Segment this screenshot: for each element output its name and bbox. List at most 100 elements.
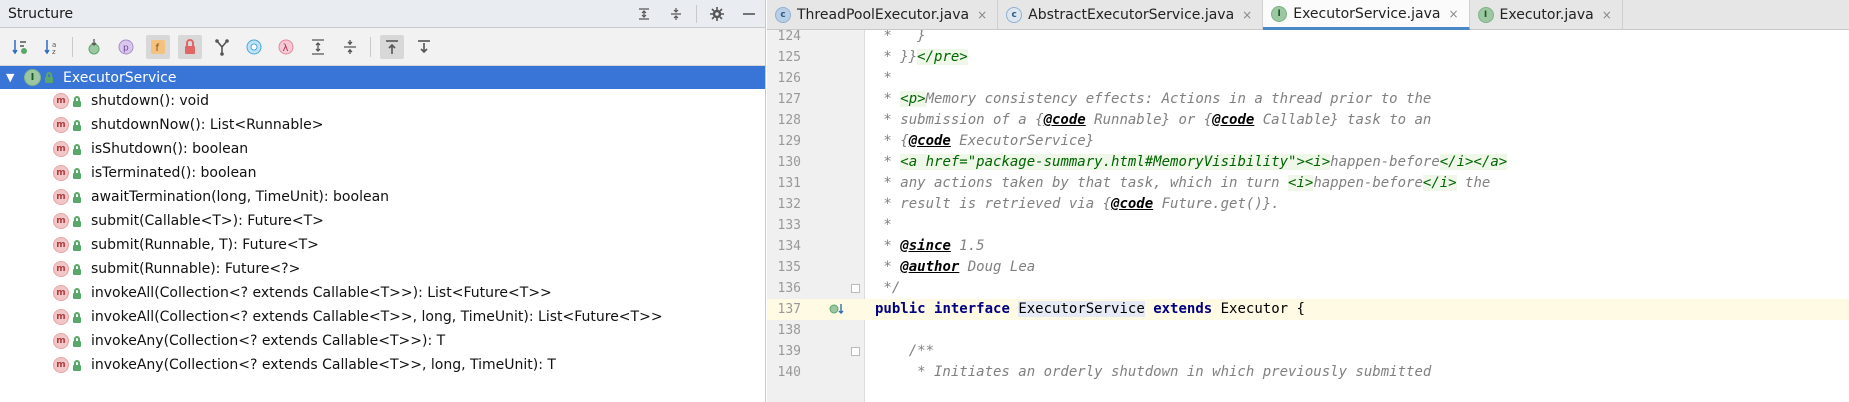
tree-item-method[interactable]: m isTerminated(): boolean: [0, 161, 765, 185]
tree-item-label: shutdownNow(): List<Runnable>: [91, 117, 324, 133]
code-line: 127 * <p>Memory consistency effects: Act…: [767, 89, 1849, 110]
line-number: 125: [777, 50, 801, 65]
line-text: * <p>Memory consistency effects: Actions…: [875, 91, 1432, 107]
close-icon[interactable]: ×: [1242, 8, 1252, 22]
public-lock-icon: [72, 119, 82, 131]
tree-item-method[interactable]: m shutdownNow(): List<Runnable>: [0, 113, 765, 137]
tree-item-label: invokeAny(Collection<? extends Callable<…: [91, 357, 556, 373]
gear-icon[interactable]: [706, 3, 728, 25]
implemented-gutter-icon[interactable]: [828, 301, 846, 317]
public-lock-icon: [72, 311, 82, 323]
toolbar-separator: [72, 36, 73, 57]
header-separator: [696, 5, 697, 23]
close-icon[interactable]: ×: [1448, 7, 1458, 21]
collapse-all-icon[interactable]: [665, 3, 687, 25]
method-icon: m: [53, 93, 69, 109]
tree-item-method[interactable]: m invokeAll(Collection<? extends Callable…: [0, 305, 765, 329]
tree-item-method[interactable]: m invokeAny(Collection<? extends Callable…: [0, 353, 765, 377]
tree-item-method[interactable]: m submit(Runnable, T): Future<T>: [0, 233, 765, 257]
tree-item-label: awaitTermination(long, TimeUnit): boolea…: [91, 189, 390, 205]
public-lock-icon: [44, 72, 54, 83]
expand-all-icon[interactable]: [633, 3, 655, 25]
minimize-icon[interactable]: [738, 3, 760, 25]
panel-title: Structure: [8, 6, 74, 22]
editor-tabbar: c ThreadPoolExecutor.java × c AbstractExecut…: [767, 0, 1849, 30]
tree-item-label: submit(Callable<T>): Future<T>: [91, 213, 324, 229]
show-anonymous-icon[interactable]: [210, 35, 234, 59]
expand-all-tree-icon[interactable]: [306, 35, 330, 59]
tree-item-label: isShutdown(): boolean: [91, 141, 249, 157]
line-text: * result is retrieved via {@code Future.…: [875, 196, 1280, 212]
code-area[interactable]: 124 * } 125 * }}</pre> 126 * 127 * <p>Memor…: [767, 30, 1849, 402]
collapse-all-tree-icon[interactable]: [338, 35, 362, 59]
tree-item-label: isTerminated(): boolean: [91, 165, 257, 181]
method-icon: m: [53, 237, 69, 253]
code-line: 135 * @author Doug Lea: [767, 257, 1849, 278]
tree-item-method[interactable]: m submit(Callable<T>): Future<T>: [0, 209, 765, 233]
structure-header: Structure: [0, 0, 765, 28]
code-line: 140 * Initiates an orderly shutdown in w…: [767, 362, 1849, 383]
fold-marker-icon[interactable]: [851, 347, 860, 356]
code-line: 129 * {@code ExecutorService}: [767, 131, 1849, 152]
tree-item-method[interactable]: m shutdown(): void: [0, 89, 765, 113]
method-icon: m: [53, 213, 69, 229]
editor-tab[interactable]: I ExecutorService.java ×: [1263, 0, 1470, 30]
line-number: 140: [777, 365, 801, 380]
sort-by-visibility-icon[interactable]: [8, 35, 32, 59]
editor-tab[interactable]: I Executor.java ×: [1470, 0, 1623, 30]
header-actions: [628, 0, 765, 28]
line-text: * <a href="package-summary.html#MemoryVi…: [875, 154, 1508, 170]
public-lock-icon: [72, 263, 82, 275]
line-number: 134: [777, 239, 801, 254]
code-line: 128 * submission of a {@code Runnable} o…: [767, 110, 1849, 131]
tree-item-method[interactable]: m submit(Runnable): Future<?>: [0, 257, 765, 281]
show-properties-icon[interactable]: p: [114, 35, 138, 59]
line-number: 128: [777, 113, 801, 128]
line-number: 138: [777, 323, 801, 338]
tree-item-label: invokeAll(Collection<? extends Callable<…: [91, 309, 663, 325]
interface-icon: I: [1477, 7, 1494, 23]
public-lock-icon: [72, 359, 82, 371]
line-text: * any actions taken by that task, which …: [875, 175, 1491, 191]
tree-item-method[interactable]: m isShutdown(): boolean: [0, 137, 765, 161]
close-icon[interactable]: ×: [1602, 8, 1612, 22]
show-lambda-icon[interactable]: λ: [274, 35, 298, 59]
fields-letter: f: [156, 43, 160, 54]
structure-tree: ▼ I ExecutorService m shutdown(): void m sh…: [0, 66, 765, 377]
tree-item-label: submit(Runnable): Future<?>: [91, 261, 301, 277]
show-lambdas-icon[interactable]: [242, 35, 266, 59]
line-text: * @since 1.5: [875, 238, 985, 254]
structure-toolbar: az p f λ: [0, 28, 765, 66]
code-line: 133 *: [767, 215, 1849, 236]
line-number: 124: [777, 30, 801, 44]
tab-label: ThreadPoolExecutor.java: [797, 7, 970, 23]
editor: c ThreadPoolExecutor.java × c AbstractExecut…: [767, 0, 1849, 402]
close-icon[interactable]: ×: [977, 8, 987, 22]
tab-label: AbstractExecutorService.java: [1028, 7, 1235, 23]
line-text: * }}</pre>: [875, 49, 968, 65]
public-lock-icon: [72, 335, 82, 347]
code-line: 132 * result is retrieved via {@code Fut…: [767, 194, 1849, 215]
line-number: 135: [777, 260, 801, 275]
lambda-letter: λ: [283, 43, 289, 54]
show-non-public-icon[interactable]: [178, 34, 202, 59]
fold-marker-icon[interactable]: [851, 284, 860, 293]
method-icon: m: [53, 309, 69, 325]
tree-item-method[interactable]: m invokeAny(Collection<? extends Callable…: [0, 329, 765, 353]
sort-alphabetically-icon[interactable]: az: [40, 35, 64, 59]
editor-tab[interactable]: c ThreadPoolExecutor.java ×: [767, 0, 999, 30]
show-fields-icon[interactable]: f: [146, 34, 170, 59]
tree-item-label: invokeAll(Collection<? extends Callable<…: [91, 285, 552, 301]
show-inherited-icon[interactable]: [82, 35, 106, 59]
chevron-down-icon[interactable]: ▼: [6, 71, 24, 84]
tree-item-label: invokeAny(Collection<? extends Callable<…: [91, 333, 446, 349]
autoscroll-from-source-icon[interactable]: [412, 35, 436, 59]
tree-root-executorservice[interactable]: ▼ I ExecutorService: [0, 66, 765, 89]
code-line: 136 */: [767, 278, 1849, 299]
tree-item-method[interactable]: m invokeAll(Collection<? extends Callable…: [0, 281, 765, 305]
code-line: 138: [767, 320, 1849, 341]
autoscroll-to-source-icon[interactable]: [380, 34, 404, 59]
tree-item-method[interactable]: m awaitTermination(long, TimeUnit): boole…: [0, 185, 765, 209]
code-line: 134 * @since 1.5: [767, 236, 1849, 257]
editor-tab[interactable]: c AbstractExecutorService.java ×: [998, 0, 1264, 30]
